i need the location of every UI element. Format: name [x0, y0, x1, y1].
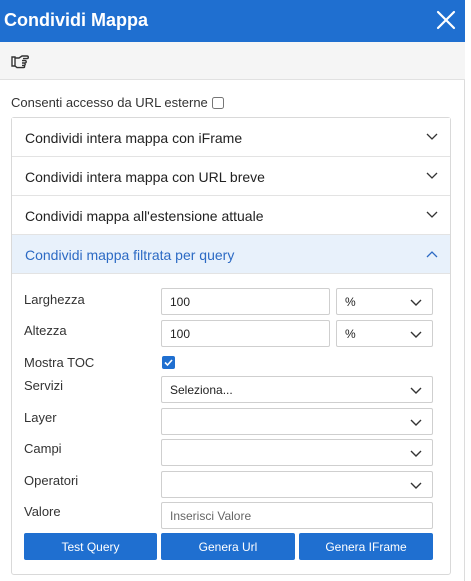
filtered-query-panel: Larghezza 100 % Altezza 100 % Mostra TOC…	[12, 274, 450, 574]
accordion-share-filtered-query-label: Condividi mappa filtrata per query	[25, 247, 235, 263]
accordion-share-filtered-query[interactable]: Condividi mappa filtrata per query	[12, 235, 450, 274]
services-label: Servizi	[24, 378, 64, 393]
value-input[interactable]: Inserisci Valore	[161, 502, 433, 529]
generate-iframe-button[interactable]: Genera IFrame	[299, 533, 433, 560]
external-url-access-toggle[interactable]: Consenti accesso da URL esterne	[11, 95, 224, 110]
accordion-share-short-url-label: Condividi intera mappa con URL breve	[25, 169, 265, 185]
value-label: Valore	[24, 504, 61, 519]
services-select[interactable]: Seleziona...	[161, 376, 433, 403]
operators-select[interactable]	[161, 471, 433, 498]
pointing-hand-icon[interactable]	[10, 51, 30, 71]
chevron-down-icon	[410, 450, 422, 457]
chevron-down-icon	[410, 387, 422, 394]
check-icon	[164, 359, 173, 367]
chevron-up-icon	[426, 251, 438, 258]
fields-select[interactable]	[161, 439, 433, 466]
width-label: Larghezza	[24, 292, 85, 307]
chevron-down-icon	[410, 299, 422, 306]
generate-url-button[interactable]: Genera Url	[161, 533, 295, 560]
test-query-button[interactable]: Test Query	[24, 533, 157, 560]
chevron-down-icon	[426, 133, 438, 140]
accordion-share-current-extent-label: Condividi mappa all'estensione attuale	[25, 208, 264, 224]
height-unit-select[interactable]: %	[336, 320, 433, 347]
chevron-down-icon	[426, 211, 438, 218]
width-unit-select[interactable]: %	[336, 288, 433, 315]
accordion-share-iframe-label: Condividi intera mappa con iFrame	[25, 130, 243, 146]
chevron-down-icon	[410, 331, 422, 338]
share-map-dialog: Condividi Mappa Consenti accesso da URL …	[0, 0, 465, 581]
operators-label: Operatori	[24, 473, 79, 488]
services-select-value: Seleziona...	[170, 382, 233, 397]
width-input[interactable]: 100	[161, 288, 330, 315]
share-options-accordion: Condividi intera mappa con iFrame Condiv…	[11, 117, 451, 575]
height-unit-value: %	[345, 326, 356, 341]
close-icon[interactable]	[435, 9, 457, 31]
dialog-toolbar	[0, 42, 465, 80]
dialog-titlebar: Condividi Mappa	[0, 0, 465, 42]
chevron-down-icon	[426, 172, 438, 179]
layer-label: Layer	[24, 410, 57, 425]
layer-select[interactable]	[161, 408, 433, 435]
show-toc-checkbox[interactable]	[162, 356, 175, 369]
width-unit-value: %	[345, 294, 356, 309]
accordion-share-short-url[interactable]: Condividi intera mappa con URL breve	[12, 157, 450, 196]
height-input[interactable]: 100	[161, 320, 330, 347]
fields-label: Campi	[24, 441, 62, 456]
external-url-access-label: Consenti accesso da URL esterne	[11, 95, 208, 110]
chevron-down-icon	[410, 482, 422, 489]
accordion-share-current-extent[interactable]: Condividi mappa all'estensione attuale	[12, 196, 450, 235]
accordion-share-iframe[interactable]: Condividi intera mappa con iFrame	[12, 118, 450, 157]
dialog-title: Condividi Mappa	[4, 10, 148, 30]
chevron-down-icon	[410, 419, 422, 426]
show-toc-label: Mostra TOC	[24, 355, 95, 370]
height-label: Altezza	[24, 323, 67, 338]
external-url-access-checkbox[interactable]	[211, 96, 224, 109]
